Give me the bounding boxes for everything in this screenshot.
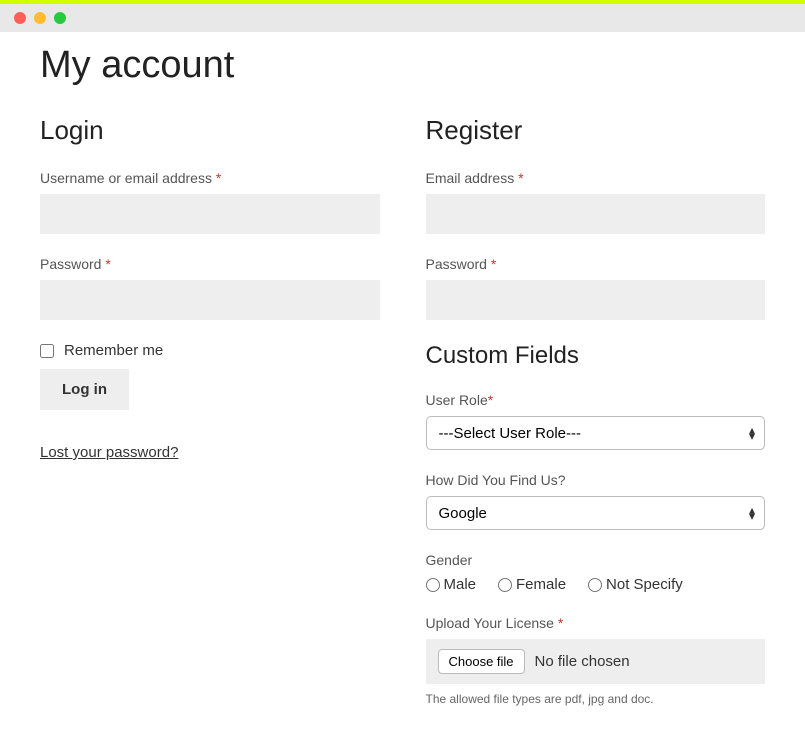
remember-me-checkbox[interactable] [40, 344, 54, 358]
gender-row: Gender Male Female Not Specify [426, 552, 766, 593]
login-username-label: Username or email address * [40, 170, 380, 186]
user-role-row: User Role* ---Select User Role--- ▴▾ [426, 392, 766, 450]
license-row: Upload Your License * Choose file No fil… [426, 615, 766, 706]
window-chrome [0, 4, 805, 32]
window-maximize-icon[interactable] [54, 12, 66, 24]
login-password-label: Password * [40, 256, 380, 272]
license-hint-text: The allowed file types are pdf, jpg and … [426, 692, 766, 706]
user-role-label: User Role* [426, 392, 766, 408]
find-us-select[interactable]: Google [426, 496, 766, 530]
required-asterisk: * [518, 170, 523, 186]
register-password-input[interactable] [426, 280, 766, 320]
gender-radio-male[interactable] [426, 578, 440, 592]
login-button[interactable]: Log in [40, 369, 129, 410]
user-role-select[interactable]: ---Select User Role--- [426, 416, 766, 450]
file-status-text: No file chosen [535, 653, 630, 670]
login-username-label-text: Username or email address [40, 170, 212, 186]
gender-radio-notspecify[interactable] [588, 578, 602, 592]
user-role-select-wrap: ---Select User Role--- ▴▾ [426, 416, 766, 450]
page-title: My account [40, 44, 765, 87]
columns: Login Username or email address * Passwo… [40, 115, 765, 712]
gender-radio-female-label[interactable]: Female [516, 576, 566, 593]
login-username-input[interactable] [40, 194, 380, 234]
register-password-label: Password * [426, 256, 766, 272]
license-label: Upload Your License * [426, 615, 766, 631]
find-us-label: How Did You Find Us? [426, 472, 766, 488]
user-role-label-text: User Role [426, 392, 488, 408]
register-heading: Register [426, 115, 766, 146]
lost-password-row: Lost your password? [40, 444, 380, 462]
register-password-row: Password * [426, 256, 766, 320]
find-us-row: How Did You Find Us? Google ▴▾ [426, 472, 766, 530]
required-asterisk: * [491, 256, 496, 272]
remember-me-label[interactable]: Remember me [64, 342, 163, 359]
login-password-row: Password * [40, 256, 380, 320]
lost-password-link[interactable]: Lost your password? [40, 444, 178, 461]
required-asterisk: * [488, 392, 493, 408]
register-email-label-text: Email address [426, 170, 515, 186]
gender-radio-notspecify-label[interactable]: Not Specify [606, 576, 683, 593]
login-password-input[interactable] [40, 280, 380, 320]
gender-radio-male-label[interactable]: Male [444, 576, 477, 593]
custom-fields-heading: Custom Fields [426, 342, 766, 370]
remember-me-row: Remember me [40, 342, 380, 359]
page-content: My account Login Username or email addre… [0, 32, 805, 752]
gender-option-male: Male [426, 576, 477, 593]
register-password-label-text: Password [426, 256, 487, 272]
choose-file-button[interactable]: Choose file [438, 649, 525, 674]
required-asterisk: * [558, 615, 563, 631]
gender-option-female: Female [498, 576, 566, 593]
find-us-select-wrap: Google ▴▾ [426, 496, 766, 530]
gender-option-notspecify: Not Specify [588, 576, 683, 593]
register-column: Register Email address * Password * Cust… [426, 115, 766, 712]
login-password-label-text: Password [40, 256, 101, 272]
license-label-text: Upload Your License [426, 615, 554, 631]
register-email-input[interactable] [426, 194, 766, 234]
gender-label: Gender [426, 552, 766, 568]
register-email-row: Email address * [426, 170, 766, 234]
login-username-row: Username or email address * [40, 170, 380, 234]
window-minimize-icon[interactable] [34, 12, 46, 24]
login-column: Login Username or email address * Passwo… [40, 115, 380, 712]
gender-radio-group: Male Female Not Specify [426, 576, 766, 593]
gender-radio-female[interactable] [498, 578, 512, 592]
window-close-icon[interactable] [14, 12, 26, 24]
license-upload-box: Choose file No file chosen [426, 639, 766, 684]
register-email-label: Email address * [426, 170, 766, 186]
required-asterisk: * [216, 170, 221, 186]
login-heading: Login [40, 115, 380, 146]
required-asterisk: * [105, 256, 110, 272]
